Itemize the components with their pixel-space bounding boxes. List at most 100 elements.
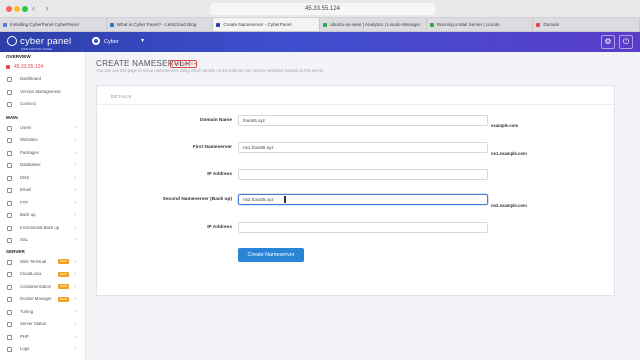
maximize-window-icon[interactable]: [22, 6, 28, 12]
docs-link[interactable]: DNS DOCS: [170, 60, 197, 68]
browser-tab-label: Installing CyberPanel CyberPanel: [10, 22, 79, 27]
sidebar-item-back-up[interactable]: Back up ›: [0, 209, 85, 222]
sidebar-item-label: PHP: [20, 333, 29, 339]
sidebar-item-label: Packages: [20, 149, 39, 155]
sidebar-item-server-status[interactable]: Server Status ›: [0, 318, 85, 331]
sidebar-item-php[interactable]: PHP ›: [0, 331, 85, 344]
sidebar-item-users[interactable]: Users ›: [0, 122, 85, 135]
sidebar-item-databases[interactable]: Databases ›: [0, 159, 85, 172]
close-window-icon[interactable]: [6, 6, 12, 12]
user-menu[interactable]: Cyber: [92, 36, 119, 48]
sidebar-item-label: Logs: [20, 346, 30, 351]
sidebar-item-ftp[interactable]: FTP ›: [0, 197, 85, 210]
favicon-icon: [216, 23, 221, 27]
ftp-icon: [7, 200, 12, 206]
sidebar-item-label: Docker Manager: [20, 296, 52, 301]
browser-tab[interactable]: Running a Mail Server | Linode: [427, 18, 534, 31]
sidebar-item-web-terminal[interactable]: Web Terminal NEW ›: [0, 256, 85, 269]
new-badge: NEW: [58, 259, 69, 264]
browser-tab[interactable]: ubuntu-us-west | Analytics | Linode Mana…: [320, 18, 427, 31]
first-nameserver-label: First Nameserver: [192, 145, 232, 150]
sidebar-item-logs[interactable]: Logs ›: [0, 343, 85, 356]
second-nameserver-label: Second Nameserver (Back up): [162, 197, 232, 202]
sidebar-item-version-management[interactable]: Version Management: [0, 86, 85, 99]
sidebar: OVERVIEW 45.33.55.124 Dashboard Version M…: [0, 52, 86, 360]
favicon-icon: [109, 23, 114, 27]
first-nameserver-input[interactable]: [238, 142, 488, 153]
chevron-right-icon: ›: [74, 137, 76, 143]
logo-subtitle: WEB HOSTING PANEL: [21, 47, 53, 51]
avatar-icon: [92, 37, 100, 45]
browser-tab[interactable]: Create Nameserver - CyberPanel: [213, 18, 321, 31]
sidebar-item-label: Incremental Back up: [20, 224, 60, 230]
create-nameserver-button[interactable]: Create Nameserver: [238, 248, 304, 262]
sidebar-item-dns[interactable]: DNS ›: [0, 172, 85, 185]
chevron-right-icon: ›: [74, 321, 76, 327]
sidebar-item-cloudlinux[interactable]: CloudLinux NEW ›: [0, 268, 85, 281]
second-nameserver-hint: ns2.example.com: [491, 203, 527, 208]
sidebar-item-docker-manager[interactable]: Docker Manager NEW ›: [0, 293, 85, 306]
browser-tab[interactable]: Domain: [533, 18, 640, 31]
docker-icon: [7, 297, 12, 302]
sidebar-item-label: DNS: [20, 174, 30, 180]
cloudlinux-icon: [7, 272, 12, 277]
minimize-window-icon[interactable]: [14, 6, 20, 12]
browser-tab[interactable]: Installing CyberPanel CyberPanel: [0, 18, 107, 31]
sidebar-item-label: Containerization: [20, 283, 52, 289]
chevron-right-icon: ›: [74, 187, 76, 193]
chevron-right-icon: ›: [74, 212, 76, 218]
browser-tab-label: What is Cyber Panel? - LetsCloud Blog: [116, 22, 197, 27]
sidebar-item-label: Web Terminal: [20, 258, 47, 264]
sidebar-item-websites[interactable]: Websites ›: [0, 134, 85, 147]
sidebar-item-label: Websites: [20, 137, 38, 142]
chevron-right-icon: ›: [74, 296, 76, 302]
chevron-right-icon: ›: [74, 308, 76, 315]
new-badge: NEW: [58, 296, 69, 302]
settings-icon[interactable]: ⚙: [601, 35, 615, 49]
sidebar-item-incremental-back-up[interactable]: Incremental Back up ›: [0, 222, 85, 235]
chevron-down-icon[interactable]: ▾: [141, 37, 144, 44]
sidebar-item-label: Dashboard: [20, 76, 42, 81]
logo-text: cyber panel: [20, 36, 72, 47]
browser-tab[interactable]: What is Cyber Panel? - LetsCloud Blog: [107, 18, 214, 31]
sidebar-item-label: Email: [20, 187, 31, 192]
sidebar-item-connect[interactable]: Connect: [0, 98, 85, 111]
sidebar-item-email[interactable]: Email ›: [0, 184, 85, 197]
tuning-icon: [7, 309, 12, 315]
terminal-icon: [7, 259, 12, 265]
sidebar-item-tuning[interactable]: Tuning ›: [0, 306, 85, 319]
page-subtitle: You can use this page to setup nameserve…: [96, 68, 325, 73]
dashboard-icon: [7, 77, 12, 82]
users-icon: [7, 125, 12, 131]
sidebar-item-label: Databases: [20, 162, 41, 167]
logo-icon: [7, 36, 17, 46]
browser-tab-label: Create Nameserver - CyberPanel: [223, 22, 292, 27]
browser-tab-label: Domain: [543, 22, 560, 27]
second-nameserver-input[interactable]: [238, 194, 488, 205]
sidebar-item-label: Users: [20, 124, 32, 130]
address-bar[interactable]: 45.33.55.124: [210, 3, 435, 15]
databases-icon: [7, 163, 12, 168]
sidebar-item-containerization[interactable]: Containerization NEW ›: [0, 281, 85, 294]
chevron-right-icon: ›: [74, 199, 76, 206]
chevron-right-icon: ›: [74, 346, 76, 352]
ip-address-input-2[interactable]: [238, 222, 488, 233]
sidebar-item-packages[interactable]: Packages ›: [0, 147, 85, 160]
ip-address-input-1[interactable]: [238, 169, 488, 180]
sidebar-item-dashboard[interactable]: Dashboard: [0, 73, 85, 86]
domain-name-input[interactable]: [238, 115, 488, 126]
new-badge: NEW: [58, 271, 69, 277]
server-status-icon: [7, 322, 12, 327]
sidebar-heading-server: SERVER: [6, 248, 25, 254]
chevron-right-icon: ›: [74, 162, 76, 168]
sidebar-item-ssl[interactable]: SSL ›: [0, 234, 85, 247]
back-forward-icon[interactable]: ‹ ›: [32, 3, 53, 13]
power-icon[interactable]: ⏻: [619, 35, 633, 49]
chevron-right-icon: ›: [74, 224, 76, 231]
incremental-backup-icon: [7, 225, 12, 231]
app-logo[interactable]: cyber panel: [7, 36, 71, 47]
chevron-right-icon: ›: [74, 333, 76, 340]
sidebar-item-label: Version Management: [20, 88, 61, 94]
ssl-icon: [7, 238, 12, 243]
text-cursor-icon: [284, 196, 286, 203]
